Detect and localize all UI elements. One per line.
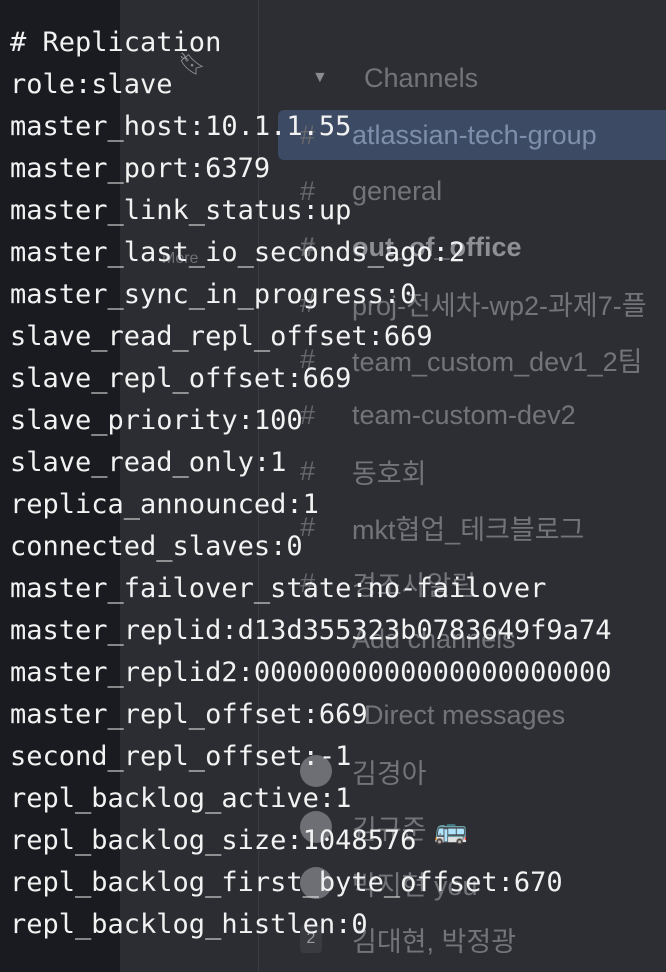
info-line: slave_read_repl_offset:669 [10, 321, 433, 352]
info-line: slave_read_only:1 [10, 447, 287, 478]
info-line: master_replid2:0000000000000000000000 [10, 657, 612, 688]
info-line: replica_announced:1 [10, 489, 319, 520]
info-line: master_port:6379 [10, 153, 271, 184]
section-heading: # Replication [10, 27, 222, 58]
info-line: second_repl_offset:-1 [10, 741, 352, 772]
terminal-output[interactable]: # Replication role:slave master_host:10.1.… [0, 0, 666, 972]
info-line: repl_backlog_size:1048576 [10, 825, 417, 856]
info-line: connected_slaves:0 [10, 531, 303, 562]
info-line: master_repl_offset:669 [10, 699, 368, 730]
info-line: role:slave [10, 69, 173, 100]
info-line: repl_backlog_active:1 [10, 783, 352, 814]
info-line: master_last_io_seconds_ago:2 [10, 237, 466, 268]
info-line: master_sync_in_progress:0 [10, 279, 417, 310]
info-line: slave_priority:100 [10, 405, 303, 436]
info-line: slave_repl_offset:669 [10, 363, 352, 394]
screen: 🔖︎ More ▼ Channels # atlassian-tech-group # g… [0, 0, 666, 972]
info-line: master_host:10.1.1.55 [10, 111, 352, 142]
info-line: master_replid:d13d355323b0783649f9a74 [10, 615, 612, 646]
info-line: repl_backlog_histlen:0 [10, 909, 368, 940]
info-line: master_failover_state:no-failover [10, 573, 547, 604]
info-line: master_link_status:up [10, 195, 352, 226]
info-line: repl_backlog_first_byte_offset:670 [10, 867, 563, 898]
